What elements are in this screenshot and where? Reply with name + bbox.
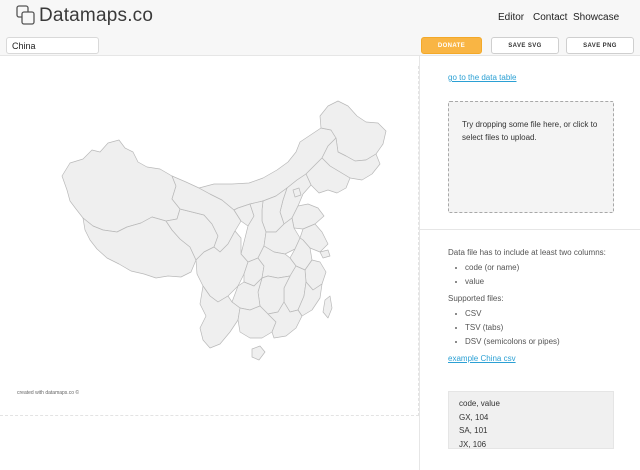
nav-editor-link[interactable]: Editor — [498, 12, 524, 23]
sample-line: code, value — [459, 399, 500, 408]
region-hainan[interactable] — [251, 345, 266, 361]
map-credit: created with datamaps.co © — [17, 390, 80, 396]
upload-section: go to the data table Try dropping some f… — [420, 56, 640, 230]
requirement-text: Data file has to include at least two co… — [448, 248, 606, 257]
nav-showcase-link[interactable]: Showcase — [573, 12, 619, 23]
save-png-button[interactable]: SAVE PNG — [566, 37, 634, 54]
supported-label: Supported files: — [448, 294, 504, 303]
sample-line: SA, 101 — [459, 426, 488, 435]
column-list: code (or name) value — [448, 261, 628, 289]
map-canvas[interactable]: created with datamaps.co © — [0, 66, 419, 416]
sample-line: GX, 104 — [459, 412, 489, 422]
list-item: DSV (semicolons or pipes) — [448, 335, 628, 349]
list-item: CSV — [448, 307, 628, 321]
region-shandong[interactable] — [291, 203, 325, 230]
list-item: value — [448, 275, 628, 289]
file-dropzone[interactable]: Try dropping some file here, or click to… — [448, 101, 614, 213]
format-info: Data file has to include at least two co… — [448, 246, 628, 366]
sample-data-block: code, value GX, 104 SA, 101 JX, 106 — [448, 391, 614, 449]
save-svg-button[interactable]: SAVE SVG — [491, 37, 559, 54]
example-csv-link[interactable]: example China csv — [448, 354, 516, 363]
data-table-link[interactable]: go to the data table — [448, 73, 517, 82]
format-list: CSV TSV (tabs) DSV (semicolons or pipes) — [448, 307, 628, 349]
app-header: Datamaps.co Editor Contact Showcase — [0, 0, 640, 34]
sample-line: JX, 106 — [459, 439, 487, 449]
region-taiwan[interactable] — [322, 295, 333, 319]
logo-icon — [16, 5, 36, 27]
data-panel: go to the data table Try dropping some f… — [419, 56, 640, 470]
china-map[interactable] — [0, 66, 419, 416]
region-shanghai[interactable] — [319, 249, 331, 259]
map-select-input[interactable] — [6, 37, 99, 54]
nav-contact-link[interactable]: Contact — [533, 12, 567, 23]
list-item: code (or name) — [448, 261, 628, 275]
logo-text: Datamaps.co — [39, 5, 154, 26]
dropzone-text: Try dropping some file here, or click to… — [462, 120, 598, 142]
donate-button[interactable]: DONATE — [421, 37, 482, 54]
list-item: TSV (tabs) — [448, 321, 628, 335]
logo[interactable]: Datamaps.co — [16, 5, 153, 27]
region-xinjiang[interactable] — [61, 139, 181, 233]
